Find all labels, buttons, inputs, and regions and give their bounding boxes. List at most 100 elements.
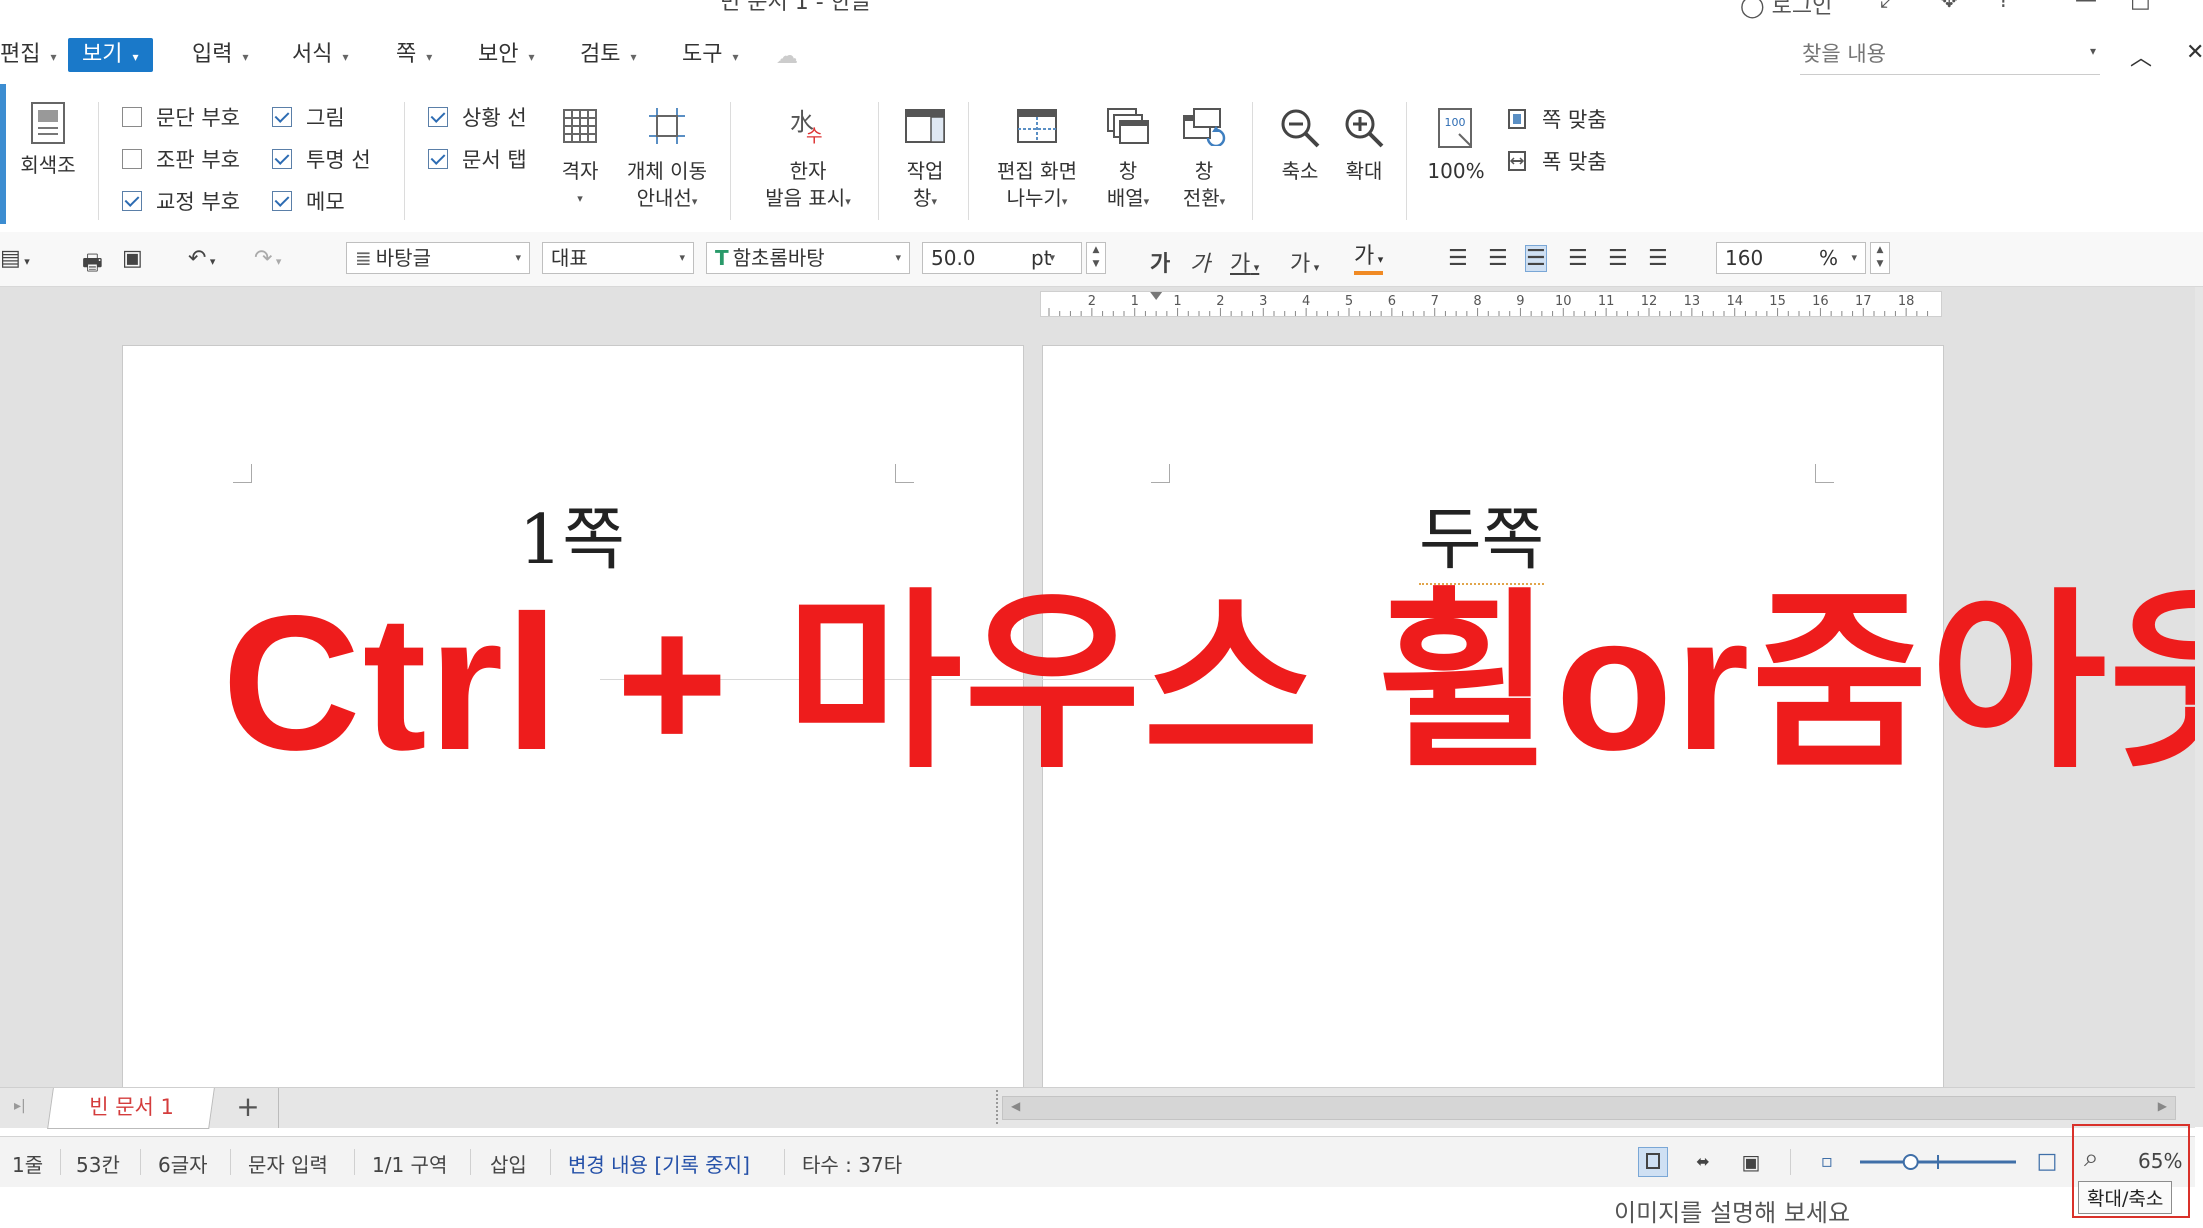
horizontal-ruler[interactable]: 2 1 1 2 3 4 5 6 7 8 9 10 11 12 13 14 15 16 17 18 <box>1040 291 1942 317</box>
find-input[interactable] <box>1800 36 2054 72</box>
divide-icon[interactable]: ☰ <box>1648 246 1668 271</box>
picture-checkbox[interactable]: 그림 <box>272 102 371 132</box>
underline-icon[interactable]: 가 ▾ <box>1230 246 1259 278</box>
page-2-text[interactable]: 두쪽 <box>1419 484 1545 585</box>
status-separator <box>784 1149 785 1175</box>
ruler-tick-label: 3 <box>1259 294 1267 309</box>
input-mode[interactable]: 문자 입력 <box>248 1149 328 1178</box>
maximize-icon[interactable]: □ <box>2130 0 2151 13</box>
menu-insert[interactable]: 입력 ▾ <box>186 38 255 72</box>
help-icon[interactable]: ⤢ <box>1880 0 1898 13</box>
print-icon[interactable]: 🖶 <box>82 246 103 284</box>
scroll-right-icon[interactable]: ▶ <box>2158 1099 2167 1113</box>
save-icon[interactable]: ▤ ▾ <box>0 246 30 271</box>
menu-tools[interactable]: 도구 ▾ <box>676 38 745 72</box>
checkbox-icon <box>122 191 142 211</box>
align-center-icon[interactable]: ☰ <box>1525 245 1547 272</box>
fit-page-view-icon[interactable]: ▣ <box>1736 1147 1766 1177</box>
font-select[interactable]: T 함초롬바탕 ▾ <box>706 242 910 274</box>
proof-mark-checkbox[interactable]: 교정 부호 <box>122 186 240 216</box>
ribbon-edge <box>0 84 6 224</box>
split-handle[interactable] <box>996 1090 1000 1124</box>
section-indicator[interactable]: 1/1 구역 <box>372 1149 447 1178</box>
horizontal-scrollbar[interactable]: ◀ ▶ <box>1002 1096 2176 1120</box>
collaboration-icon[interactable]: ☁ <box>776 44 798 69</box>
status-separator <box>354 1149 355 1175</box>
menu-security[interactable]: 보안 ▾ <box>472 38 541 72</box>
scroll-left-icon[interactable]: ◀ <box>1011 1099 1020 1113</box>
style-select[interactable]: ≣ 바탕글 ▾ <box>346 242 530 274</box>
paragraph-mark-checkbox[interactable]: 문단 부호 <box>122 102 240 132</box>
zoom-in-button[interactable]: 확대 <box>1334 106 1394 185</box>
tab-document-1[interactable]: 빈 문서 1 <box>47 1088 215 1129</box>
fit-page-button[interactable]: 쪽 맞춤 <box>1506 104 1607 134</box>
tab-scroll-icon[interactable]: ▸| <box>14 1098 26 1114</box>
transparent-line-checkbox[interactable]: 투명 선 <box>272 144 371 174</box>
close-icon[interactable]: ✕ <box>2186 40 2203 65</box>
redo-icon[interactable]: ↷ ▾ <box>254 246 281 271</box>
document-workspace[interactable]: 2 1 1 2 3 4 5 6 7 8 9 10 11 12 13 14 15 16 17 18 1쪽 두쪽 Ctrl… <box>0 287 2195 1087</box>
menu-page[interactable]: 쪽 ▾ <box>390 38 438 72</box>
align-left-icon[interactable]: ☰ <box>1488 246 1508 271</box>
track-changes-status[interactable]: 변경 내용 [기록 중지] <box>568 1149 750 1178</box>
minimize-icon[interactable]: — <box>2075 0 2097 13</box>
menu-edit[interactable]: 편집 ▾ <box>0 38 63 72</box>
strikethrough-icon[interactable]: 가 ▾ <box>1290 246 1319 278</box>
line-spacing-input[interactable]: 160 % ▾ <box>1716 242 1866 274</box>
task-pane-button[interactable]: 작업 창▾ <box>898 106 952 215</box>
zoom-max-icon[interactable]: □ <box>2032 1147 2062 1177</box>
align-justify-icon[interactable]: ☰ <box>1448 246 1468 271</box>
info-icon[interactable]: ? <box>1998 0 2010 13</box>
arrange-windows-button[interactable]: 창 배열▾ <box>1100 106 1156 215</box>
switch-window-button[interactable]: 창 전환▾ <box>1172 106 1236 215</box>
object-guide-button[interactable]: 개체 이동 안내선▾ <box>620 106 714 215</box>
insert-mode[interactable]: 삽입 <box>490 1149 527 1178</box>
find-dropdown-icon[interactable]: ▾ <box>2090 44 2096 58</box>
restore-layout-icon[interactable]: ✥ <box>1940 0 1958 13</box>
font-type-icon: T <box>715 246 729 270</box>
zoom-slider-thumb[interactable] <box>1902 1154 1919 1170</box>
menu-review[interactable]: 검토 ▾ <box>574 38 643 72</box>
page-1-text[interactable]: 1쪽 <box>519 484 625 583</box>
memo-checkbox[interactable]: 메모 <box>272 186 371 216</box>
align-right-icon[interactable]: ☰ <box>1568 246 1588 271</box>
checkbox-icon <box>272 107 292 127</box>
font-size-spinner[interactable]: ▲ ▼ <box>1086 242 1106 274</box>
page-view-icon[interactable] <box>1638 1147 1668 1177</box>
hanja-pronunciation-button[interactable]: 水 수 한자 발음 표시▾ <box>756 106 860 215</box>
doc-tab-checkbox[interactable]: 문서 탭 <box>428 144 527 174</box>
font-size-input[interactable]: 50.0 pt ▾ <box>922 242 1082 274</box>
status-line-checkbox[interactable]: 상황 선 <box>428 102 527 132</box>
task-pane-icon <box>905 109 945 143</box>
fit-width-icon <box>1508 151 1526 171</box>
split-view-button[interactable]: 편집 화면 나누기▾ <box>982 106 1092 215</box>
collapse-ribbon-icon[interactable]: ︿ <box>2130 40 2152 72</box>
grayscale-button[interactable]: 회색조 <box>14 100 82 179</box>
layout-mark-checkbox[interactable]: 조판 부호 <box>122 144 240 174</box>
bold-icon[interactable]: 가 <box>1150 246 1170 278</box>
grid-button[interactable]: 격자 ▾ <box>556 106 604 212</box>
menu-format[interactable]: 서식 ▾ <box>286 38 355 72</box>
checkbox-icon <box>122 149 142 169</box>
undo-icon[interactable]: ↶ ▾ <box>188 246 215 271</box>
language-select[interactable]: 대표 ▾ <box>542 242 694 274</box>
font-color-icon[interactable]: 가 ▾ <box>1354 246 1384 275</box>
indent-marker[interactable] <box>1150 292 1163 300</box>
italic-icon[interactable]: 가 <box>1190 246 1210 278</box>
checkbox-icon <box>122 107 142 127</box>
style-icon: ≣ <box>355 246 372 270</box>
vertical-scrollbar[interactable] <box>2195 287 2203 1127</box>
login-button[interactable]: ◯ 로그인 <box>1740 0 1832 20</box>
hanja-icon: 水 수 <box>790 108 823 147</box>
distribute-icon[interactable]: ☰ <box>1608 246 1628 271</box>
line-spacing-spinner[interactable]: ▲ ▼ <box>1870 242 1890 274</box>
zoom-out-button[interactable]: 축소 <box>1270 106 1330 185</box>
zoom-slider[interactable] <box>1856 1145 2020 1179</box>
zoom-100-button[interactable]: 100 100% <box>1420 106 1492 185</box>
menu-view[interactable]: 보기 ▾ <box>68 38 153 72</box>
add-tab-button[interactable]: + <box>218 1088 279 1128</box>
preview-icon[interactable]: ▣ <box>122 246 143 271</box>
fit-width-view-icon[interactable]: ⬌ <box>1688 1147 1718 1177</box>
fit-width-button[interactable]: 폭 맞춤 <box>1506 146 1607 176</box>
zoom-min-icon[interactable]: ▫ <box>1812 1147 1842 1177</box>
